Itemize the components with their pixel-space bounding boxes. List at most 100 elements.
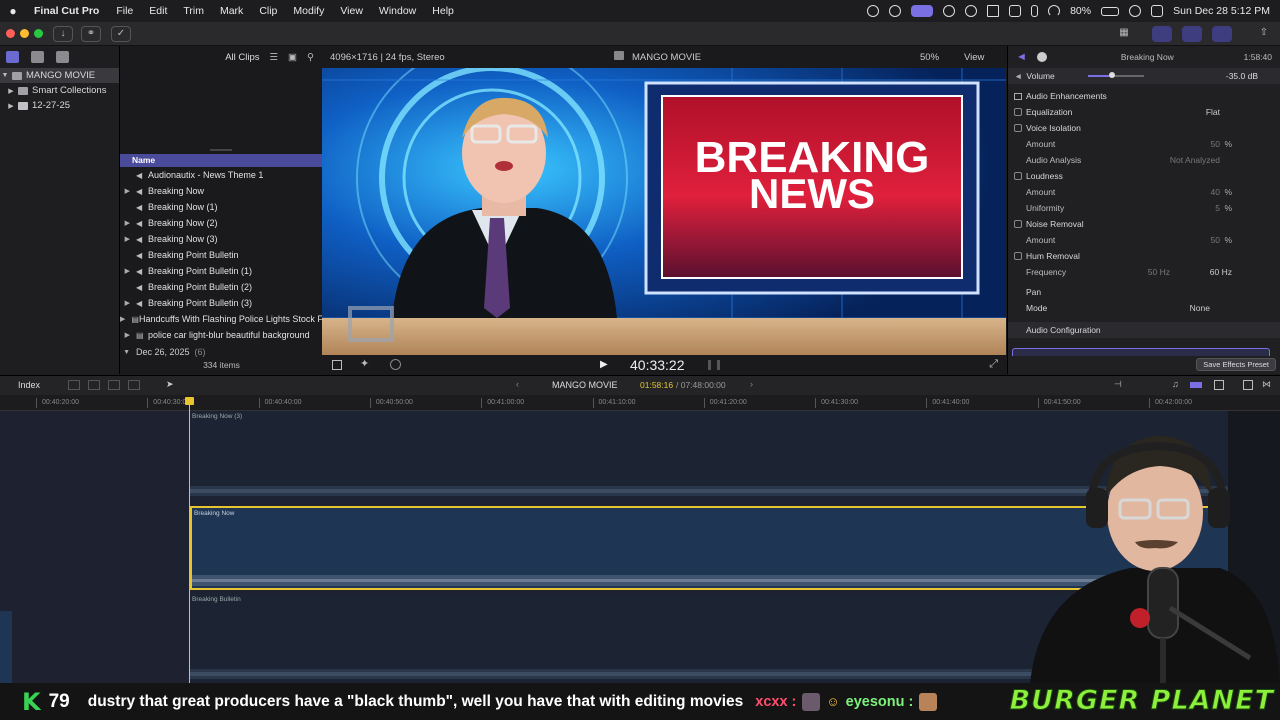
menu-file[interactable]: File xyxy=(108,5,141,17)
clip-appearance-icon[interactable]: ▣ xyxy=(288,52,297,63)
wifi-icon[interactable] xyxy=(1048,5,1061,17)
clip-row[interactable]: ▶ ◀ Breaking Point Bulletin (3) xyxy=(120,295,322,311)
menu-help[interactable]: Help xyxy=(424,5,462,17)
clip-row[interactable]: ▶ ▤ police car light-blur beautiful backgr… xyxy=(120,327,322,343)
clip-row[interactable]: ▶ ◀ Breaking Point Bulletin (1) xyxy=(120,263,322,279)
photos-audio-tab-icon[interactable] xyxy=(31,51,44,63)
inspector-row-value[interactable]: 50 Hz xyxy=(1148,267,1170,277)
close-window-button[interactable] xyxy=(6,29,15,38)
clip-row[interactable]: ◀ Breaking Point Bulletin (2) xyxy=(120,279,322,295)
inspector-row-value[interactable]: 40 xyxy=(1211,187,1220,197)
battery-icon[interactable] xyxy=(1101,6,1120,16)
libraries-tab-icon[interactable] xyxy=(6,51,19,63)
audio-configuration-header[interactable]: Audio Configuration xyxy=(1008,322,1280,338)
zoom-window-button[interactable] xyxy=(34,29,43,38)
inspector-row-value[interactable]: 50 xyxy=(1211,139,1220,149)
workspace-browser-button[interactable] xyxy=(1152,26,1172,42)
clip-overwrite-icon[interactable] xyxy=(128,380,140,390)
menu-trim[interactable]: Trim xyxy=(175,5,212,17)
play-icon[interactable]: ▶ xyxy=(600,359,608,370)
menu-clip[interactable]: Clip xyxy=(251,5,285,17)
display-icon[interactable] xyxy=(1009,5,1022,17)
disclosure-closed-icon[interactable]: ▶ xyxy=(6,102,16,110)
save-effects-preset-button[interactable]: Save Effects Preset xyxy=(1196,358,1276,371)
history-back-icon[interactable]: ‹ xyxy=(516,379,519,389)
library-item-smart-collections[interactable]: ▶ Smart Collections xyxy=(0,83,119,98)
app-menu[interactable]: Final Cut Pro xyxy=(26,5,108,17)
viewer-zoom-popup[interactable]: 50% xyxy=(920,52,939,63)
timeline-close-icon[interactable]: ⋈ xyxy=(1262,379,1271,390)
list-view-icon[interactable]: ☰ xyxy=(270,52,279,63)
timecode-display[interactable]: 40:33:22 xyxy=(630,357,685,373)
audio-meters-icon[interactable] xyxy=(708,360,720,370)
stage-manager-icon[interactable] xyxy=(911,5,934,17)
snapping-icon[interactable] xyxy=(1214,380,1224,390)
pan-mode-popup[interactable]: None xyxy=(1190,303,1210,313)
bluetooth-icon[interactable] xyxy=(1031,5,1039,17)
enable-checkbox[interactable] xyxy=(1014,108,1022,116)
enable-checkbox[interactable] xyxy=(1014,172,1022,180)
fullscreen-icon[interactable]: ⤢ xyxy=(989,358,998,371)
play-status-icon[interactable] xyxy=(965,5,978,17)
enable-checkbox[interactable] xyxy=(1014,252,1022,260)
pan-header[interactable]: Pan xyxy=(1008,284,1280,300)
enable-checkbox[interactable] xyxy=(1014,124,1022,132)
menu-mark[interactable]: Mark xyxy=(212,5,251,17)
audio-inspector-tab-icon[interactable]: ◄ xyxy=(1016,51,1027,63)
disclosure-closed-icon[interactable]: ▶ xyxy=(120,187,136,195)
inspector-row-value[interactable]: Not Analyzed xyxy=(1170,155,1220,165)
search-icon[interactable]: ⚲ xyxy=(307,52,314,63)
sync-icon[interactable] xyxy=(889,5,902,17)
inspector-row-value[interactable]: Flat xyxy=(1206,107,1220,117)
inspector-row-alt-value[interactable]: 60 Hz xyxy=(1210,267,1232,277)
volume-slider-knob[interactable] xyxy=(1108,72,1115,78)
clip-row[interactable]: ▶ ▤ Handcuffs With Flashing Police Lights … xyxy=(120,311,322,327)
titles-generators-tab-icon[interactable] xyxy=(56,51,69,63)
timeline-project-name[interactable]: MANGO MOVIE xyxy=(552,380,618,390)
volume-icon[interactable] xyxy=(987,5,1000,17)
transform-menu-icon[interactable] xyxy=(332,360,342,370)
record-status-icon[interactable] xyxy=(867,5,880,17)
workspace-inspector-button[interactable] xyxy=(1212,26,1232,42)
clip-row[interactable]: ▶ ◀ Breaking Now (3) xyxy=(120,231,322,247)
playhead[interactable] xyxy=(189,398,190,683)
clip-filter-popup[interactable]: All Clips xyxy=(225,52,259,63)
audio-configuration-channel[interactable] xyxy=(1012,348,1270,356)
control-center-icon[interactable] xyxy=(1151,5,1164,17)
column-header-name[interactable]: Name xyxy=(120,154,322,167)
disclosure-closed-icon[interactable]: ▶ xyxy=(120,331,136,339)
share-button[interactable]: ⇧ xyxy=(1254,26,1274,42)
minimize-window-button[interactable] xyxy=(20,29,29,38)
disclosure-closed-icon[interactable]: ▶ xyxy=(120,299,136,307)
menu-window[interactable]: Window xyxy=(371,5,424,17)
background-tasks-button[interactable]: ✓ xyxy=(111,26,131,42)
disclosure-open-icon[interactable]: ▼ xyxy=(0,72,10,79)
library-item-event[interactable]: ▶ 12-27-25 xyxy=(0,98,119,113)
clip-append-icon[interactable] xyxy=(108,380,120,390)
viewer-view-popup[interactable]: View xyxy=(964,52,984,63)
viewer-canvas[interactable]: BREAKING NEWS xyxy=(322,68,1006,355)
disclosure-closed-icon[interactable]: ▶ xyxy=(120,315,131,323)
menu-clock[interactable]: Sun Dec 28 5:12 PM xyxy=(1173,5,1270,17)
disclosure-closed-icon[interactable]: ▶ xyxy=(120,267,136,275)
keywords-button[interactable]: ⚭ xyxy=(81,26,101,42)
volume-value[interactable]: -35.0 dB xyxy=(1226,71,1258,81)
date-group-row[interactable]: ▼ Dec 26, 2025 (6) xyxy=(120,344,322,360)
layout-menu-button[interactable]: ▦ xyxy=(1114,26,1134,42)
spotlight-search-icon[interactable] xyxy=(1129,5,1142,17)
playhead-handle[interactable] xyxy=(185,397,194,405)
disclosure-closed-icon[interactable]: ▶ xyxy=(120,235,136,243)
audio-skimming-icon[interactable]: ♫ xyxy=(1172,379,1179,389)
import-button[interactable]: ↓ xyxy=(53,26,73,42)
clip-row[interactable]: ▶ ◀ Breaking Now (2) xyxy=(120,215,322,231)
inspector-row-value[interactable]: 5 xyxy=(1215,203,1220,213)
select-tool-icon[interactable]: ➤ xyxy=(166,379,174,390)
audio-enhancements-header[interactable]: Audio Enhancements xyxy=(1008,88,1280,104)
enhance-menu-icon[interactable]: ✦ xyxy=(360,357,369,370)
apple-menu-icon[interactable]: ● xyxy=(0,4,26,18)
solo-icon[interactable] xyxy=(1190,382,1202,388)
library-item-mango-movie[interactable]: ▼ MANGO MOVIE xyxy=(0,68,119,83)
menu-edit[interactable]: Edit xyxy=(141,5,175,17)
disclosure-closed-icon[interactable]: ▶ xyxy=(6,87,16,95)
clip-connect-icon[interactable] xyxy=(68,380,80,390)
